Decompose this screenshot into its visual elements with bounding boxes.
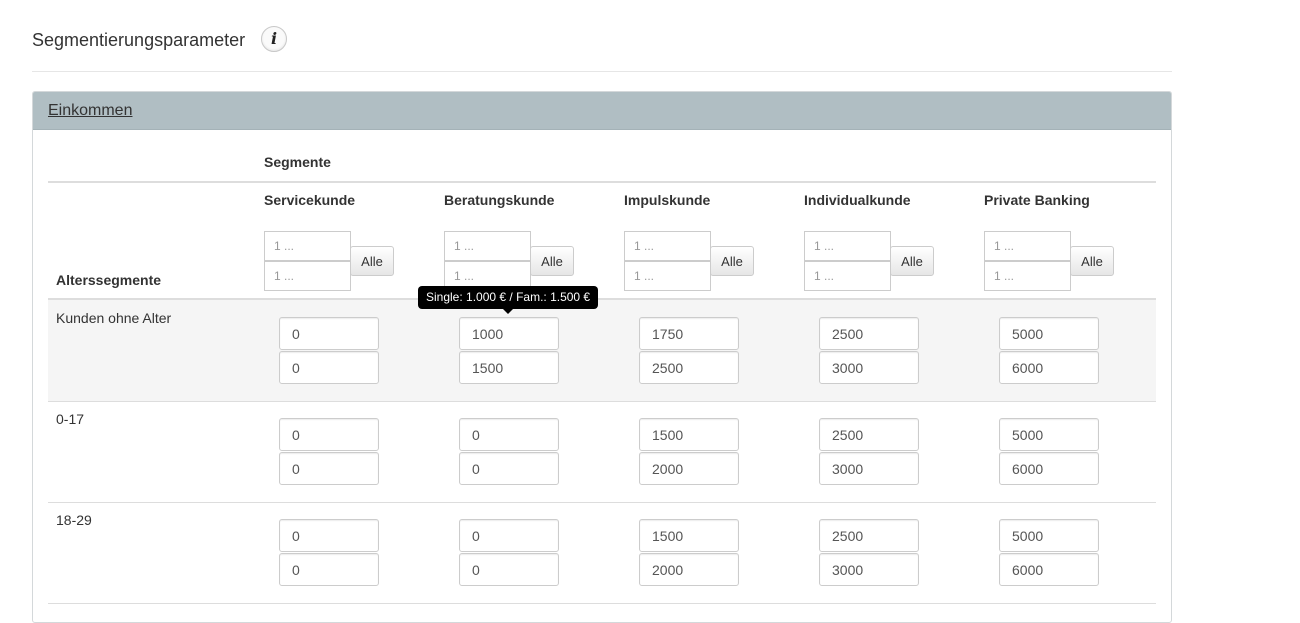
filter-from-beratungskunde[interactable] — [444, 231, 531, 261]
filter-to-private-banking[interactable] — [984, 261, 1071, 291]
segments-group-header: Segmente — [264, 154, 331, 170]
value-0-17-individualkunde-single[interactable] — [819, 418, 919, 451]
value-18-29-beratungskunde-single[interactable] — [459, 519, 559, 552]
value-kunden-ohne-alter-individualkunde-family[interactable] — [819, 351, 919, 384]
column-header-beratungskunde: Beratungskunde — [444, 192, 555, 208]
tooltip-text: Single: 1.000 € / Fam.: 1.500 € — [418, 286, 599, 309]
age-segment-label: 0-17 — [56, 411, 85, 427]
row-divider — [48, 502, 1156, 503]
value-0-17-beratungskunde-family[interactable] — [459, 452, 559, 485]
column-header-servicekunde: Servicekunde — [264, 192, 356, 208]
value-0-17-private-banking-family[interactable] — [999, 452, 1099, 485]
value-kunden-ohne-alter-private-banking-family[interactable] — [999, 351, 1099, 384]
apply-all-button-beratungskunde[interactable]: Alle — [530, 246, 574, 276]
value-kunden-ohne-alter-impulskunde-family[interactable] — [639, 351, 739, 384]
table-row — [48, 401, 1156, 502]
page-header: Segmentierungsparameter i — [32, 24, 1172, 72]
value-18-29-impulskunde-family[interactable] — [639, 553, 739, 586]
filter-from-private-banking[interactable] — [984, 231, 1071, 261]
value-18-29-individualkunde-family[interactable] — [819, 553, 919, 586]
age-segment-label: 18-29 — [56, 512, 92, 528]
filter-from-impulskunde[interactable] — [624, 231, 711, 261]
column-header-private-banking: Private Banking — [984, 192, 1090, 208]
value-18-29-servicekunde-family[interactable] — [279, 553, 379, 586]
value-18-29-private-banking-family[interactable] — [999, 553, 1099, 586]
table-row — [48, 502, 1156, 603]
value-18-29-servicekunde-single[interactable] — [279, 519, 379, 552]
value-0-17-impulskunde-family[interactable] — [639, 452, 739, 485]
filter-to-impulskunde[interactable] — [624, 261, 711, 291]
value-0-17-servicekunde-single[interactable] — [279, 418, 379, 451]
value-0-17-private-banking-single[interactable] — [999, 418, 1099, 451]
value-kunden-ohne-alter-servicekunde-family[interactable] — [279, 351, 379, 384]
value-kunden-ohne-alter-beratungskunde-family[interactable] — [459, 351, 559, 384]
filter-to-individualkunde[interactable] — [804, 261, 891, 291]
row-divider — [48, 603, 1156, 604]
age-segment-label: Kunden ohne Alter — [56, 310, 172, 326]
value-18-29-private-banking-single[interactable] — [999, 519, 1099, 552]
value-0-17-beratungskunde-single[interactable] — [459, 418, 559, 451]
value-18-29-individualkunde-single[interactable] — [819, 519, 919, 552]
filter-from-servicekunde[interactable] — [264, 231, 351, 261]
panel-title-link[interactable]: Einkommen — [48, 102, 132, 120]
value-0-17-servicekunde-family[interactable] — [279, 452, 379, 485]
filter-to-servicekunde[interactable] — [264, 261, 351, 291]
row-divider — [48, 401, 1156, 402]
apply-all-button-individualkunde[interactable]: Alle — [890, 246, 934, 276]
column-header-individualkunde: Individualkunde — [804, 192, 911, 208]
table-row — [48, 300, 1156, 401]
tooltip-arrow — [503, 309, 513, 314]
value-18-29-beratungskunde-family[interactable] — [459, 553, 559, 586]
value-kunden-ohne-alter-servicekunde-single[interactable] — [279, 317, 379, 350]
apply-all-button-impulskunde[interactable]: Alle — [710, 246, 754, 276]
column-header-impulskunde: Impulskunde — [624, 192, 711, 208]
value-tooltip: Single: 1.000 € / Fam.: 1.500 € — [418, 286, 599, 314]
page-title: Segmentierungsparameter — [32, 30, 246, 50]
info-icon[interactable]: i — [261, 26, 287, 52]
header-divider — [48, 181, 1156, 183]
value-kunden-ohne-alter-private-banking-single[interactable] — [999, 317, 1099, 350]
value-0-17-impulskunde-single[interactable] — [639, 418, 739, 451]
value-kunden-ohne-alter-beratungskunde-single[interactable] — [459, 317, 559, 350]
filter-from-individualkunde[interactable] — [804, 231, 891, 261]
value-0-17-individualkunde-family[interactable] — [819, 452, 919, 485]
age-segment-header: Alterssegmente — [56, 272, 162, 288]
apply-all-button-servicekunde[interactable]: Alle — [350, 246, 394, 276]
value-kunden-ohne-alter-impulskunde-single[interactable] — [639, 317, 739, 350]
apply-all-button-private-banking[interactable]: Alle — [1070, 246, 1114, 276]
panel-heading: Einkommen — [33, 92, 1171, 130]
value-18-29-impulskunde-single[interactable] — [639, 519, 739, 552]
value-kunden-ohne-alter-individualkunde-single[interactable] — [819, 317, 919, 350]
